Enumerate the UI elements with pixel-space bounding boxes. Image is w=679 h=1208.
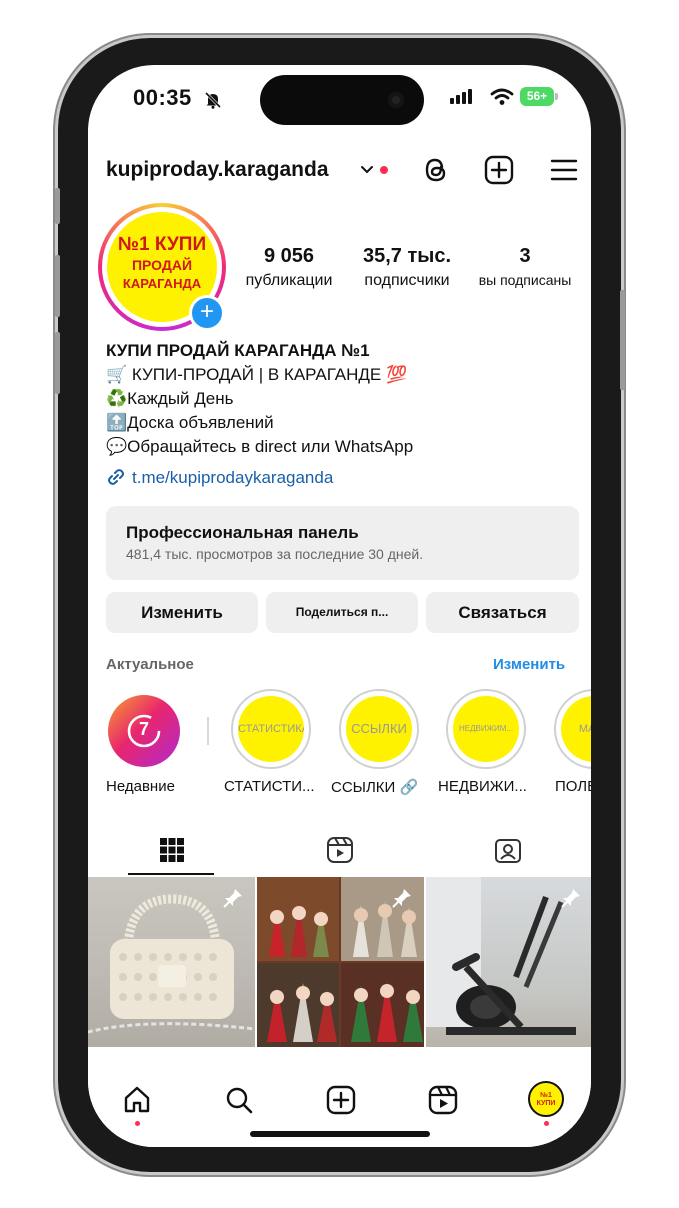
stat-followers[interactable]: 35,7 тыс. подписчики [351, 245, 463, 290]
highlight-realty-cover: НЕДВИЖИМ... [453, 696, 519, 762]
volume-down-button [55, 332, 60, 394]
bio-line-3: 🔝Доска объявлений [106, 413, 274, 432]
logo-text-line2: ПРОДАЙ [131, 257, 193, 273]
top-emoji: 🔝 [106, 413, 128, 432]
dynamic-island [260, 75, 424, 125]
stat-following[interactable]: 3 вы подписаны [468, 245, 582, 288]
stat-followers-label: подписчики [364, 272, 450, 289]
reels-icon [428, 1085, 458, 1115]
profile-link-text: t.me/kupiprodaykaraganda [132, 468, 334, 487]
nav-home[interactable] [120, 1083, 154, 1117]
logo-text-line3: КАРАГАНДА [122, 276, 202, 291]
wifi-icon [490, 88, 514, 105]
recent-count: 7 [138, 719, 149, 739]
highlight-statistics[interactable]: СТАТИСТИКА [231, 689, 311, 769]
stat-following-value: 3 [519, 245, 531, 267]
grid-post-3[interactable] [426, 877, 591, 1047]
highlights-edit-link[interactable]: Изменить [493, 656, 565, 673]
bio-line-2: ♻️Каждый День [106, 389, 234, 408]
battery-tip [555, 93, 558, 100]
active-tab-underline [128, 873, 214, 875]
bio-line-1: 🛒 КУПИ-ПРОДАЙ | В КАРАГАНДЕ 💯 [106, 365, 408, 384]
plus-square-icon [326, 1085, 356, 1115]
highlight-field-label: ПОЛЕ [555, 778, 591, 795]
tab-reels[interactable] [256, 825, 423, 875]
grid-post-1[interactable] [88, 877, 255, 1047]
cellular-signal-icon [450, 89, 472, 104]
pin-icon [223, 889, 242, 908]
bio-line-4: 💬Обращайтесь в direct или WhatsApp [106, 437, 414, 456]
cart-emoji: 🛒 [106, 365, 128, 384]
camera-icon [388, 92, 404, 108]
stat-following-label: вы подписаны [478, 272, 572, 288]
highlight-realty[interactable]: НЕДВИЖИМ... [446, 689, 526, 769]
link-icon [108, 469, 124, 485]
tab-tagged[interactable] [424, 825, 591, 875]
stat-posts[interactable]: 9 056 публикации [234, 245, 344, 290]
profile-notification-dot [544, 1121, 549, 1126]
highlight-divider [207, 717, 209, 745]
bell-slash-icon [204, 91, 222, 109]
edit-profile-button[interactable]: Изменить [106, 592, 258, 633]
tab-posts-grid[interactable] [88, 825, 255, 875]
search-icon [226, 1087, 253, 1114]
hundred-emoji: 💯 [385, 365, 408, 384]
nav-reels[interactable] [426, 1083, 460, 1117]
home-indicator[interactable] [250, 1131, 430, 1137]
grid-icon [159, 838, 184, 862]
threads-icon[interactable] [421, 155, 451, 185]
pin-icon [392, 889, 411, 908]
profile-username[interactable]: kupiproday.karaganda [106, 158, 329, 182]
pin-icon [561, 889, 580, 908]
screen: 00:35 56+ kupiproday.karaganda №1 КУПИ П… [88, 65, 591, 1147]
profile-link[interactable]: t.me/kupiprodaykaraganda [106, 468, 333, 488]
dashboard-title: Профессиональная панель [126, 523, 359, 542]
dashboard-subtitle: 481,4 тыс. просмотров за последние 30 дн… [126, 546, 424, 562]
highlight-recent-label: Недавние [106, 778, 175, 795]
nav-create[interactable] [324, 1083, 358, 1117]
add-story-button[interactable]: + [189, 295, 225, 331]
notification-dot [380, 166, 388, 174]
highlight-links[interactable]: ССЫЛКИ [339, 689, 419, 769]
mute-switch [55, 188, 60, 224]
contact-button[interactable]: Связаться [426, 592, 579, 633]
battery-indicator: 56+ [520, 87, 554, 106]
nav-search[interactable] [222, 1083, 256, 1117]
home-notification-dot [135, 1121, 140, 1126]
nav-avatar-logo: №1 КУПИ [536, 1092, 556, 1107]
chevron-down-icon[interactable] [360, 165, 374, 175]
menu-icon[interactable] [549, 155, 579, 185]
profile-display-name: КУПИ ПРОДАЙ КАРАГАНДА №1 [106, 341, 370, 360]
reels-icon [326, 837, 353, 863]
highlight-statistics-label: СТАТИСТИ... [224, 778, 315, 795]
highlight-field-cover: МАРК [561, 696, 591, 762]
stat-followers-value: 35,7 тыс. [362, 245, 452, 267]
status-time: 00:35 [133, 85, 192, 110]
logo-text-line1: №1 КУПИ [117, 234, 207, 255]
highlight-realty-label: НЕДВИЖИ... [438, 778, 527, 795]
highlights-title: Актуальное [106, 656, 194, 673]
nav-profile-avatar[interactable]: №1 КУПИ [528, 1081, 564, 1117]
stat-posts-label: публикации [245, 272, 333, 289]
highlight-recent[interactable]: 7 [108, 695, 180, 767]
stat-posts-value: 9 056 [263, 245, 315, 267]
volume-up-button [55, 255, 60, 317]
highlight-field[interactable]: МАРК [554, 689, 591, 769]
power-button [620, 290, 625, 390]
highlight-links-cover: ССЫЛКИ [346, 696, 412, 762]
professional-dashboard[interactable]: Профессиональная панель 481,4 тыс. просм… [106, 506, 579, 580]
share-profile-button[interactable]: Поделиться п... [266, 592, 418, 633]
speech-emoji: 💬 [106, 437, 128, 456]
tagged-user-icon [494, 839, 521, 863]
recycle-emoji: ♻️ [106, 389, 128, 408]
highlight-statistics-cover: СТАТИСТИКА [238, 696, 304, 762]
home-icon [124, 1086, 150, 1113]
highlight-links-label: ССЫЛКИ 🔗 [331, 779, 419, 796]
create-post-icon[interactable] [484, 155, 514, 185]
grid-post-2[interactable] [257, 877, 424, 1047]
